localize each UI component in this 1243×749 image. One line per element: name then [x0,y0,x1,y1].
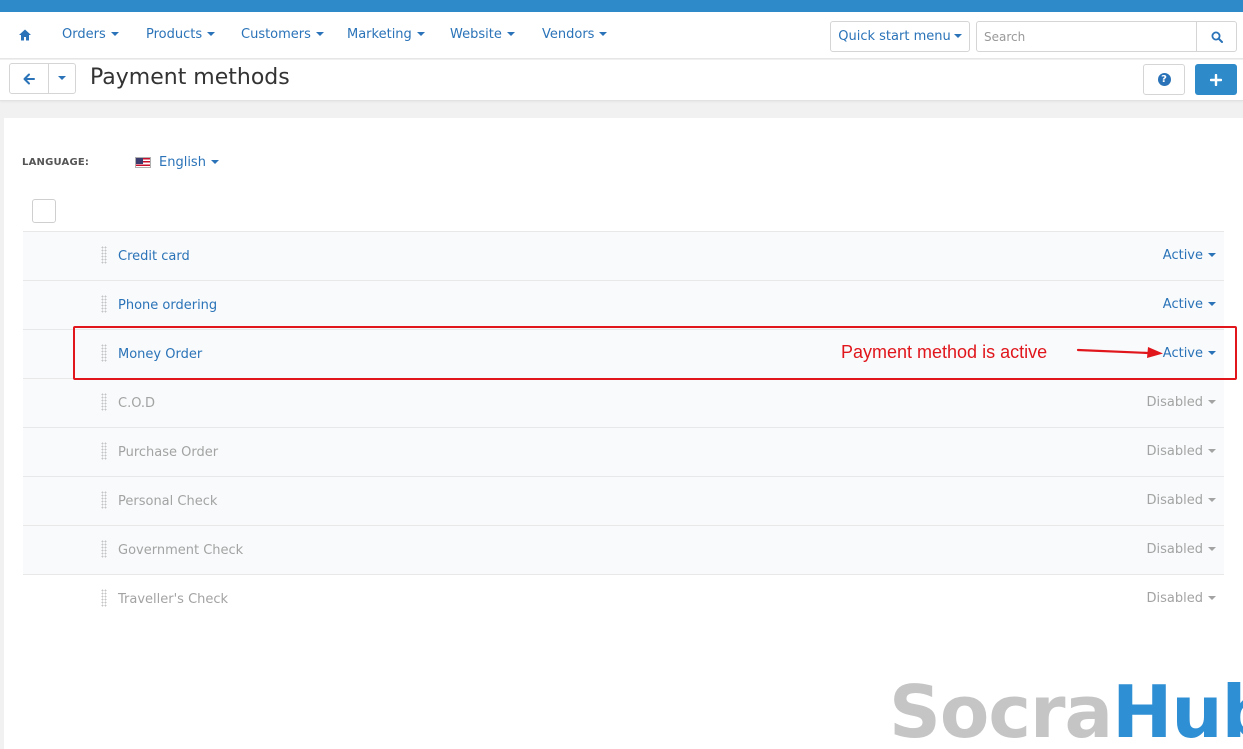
status-label: Disabled [1146,591,1203,606]
chevron-down-icon [210,159,219,164]
page-title: Payment methods [90,65,290,90]
payment-method-name[interactable]: Traveller's Check [118,592,228,607]
nav-website[interactable]: Website [450,27,515,42]
back-button[interactable] [9,63,49,94]
drag-handle-icon[interactable] [101,246,107,264]
top-accent-strip [0,0,1243,12]
payment-method-name[interactable]: Money Order [118,347,202,362]
chevron-down-icon [953,33,962,38]
payment-method-name[interactable]: C.O.D [118,396,155,411]
chevron-down-icon [1208,497,1216,502]
status-label: Disabled [1146,395,1203,410]
status-dropdown[interactable]: Disabled [1147,591,1216,606]
quick-start-label: Quick start menu [838,29,951,44]
plus-icon [1210,73,1222,86]
status-dropdown[interactable]: Disabled [1147,493,1216,508]
payment-method-name[interactable]: Phone ordering [118,298,217,313]
payment-method-name[interactable]: Government Check [118,543,243,558]
status-dropdown[interactable]: Active [1163,248,1216,263]
search-box [976,21,1237,52]
payment-method-row: Purchase Order Disabled [23,427,1224,476]
help-button[interactable]: ? [1143,64,1185,95]
status-dropdown[interactable]: Active [1163,297,1216,312]
chevron-down-icon [1208,301,1216,306]
language-selector[interactable]: English [135,155,219,170]
payment-method-row: Credit card Active [23,231,1224,280]
status-label: Active [1162,297,1203,312]
page-header: Payment methods ? [0,60,1243,101]
chevron-down-icon [315,31,324,36]
chevron-down-icon [1208,595,1216,600]
search-icon [1211,31,1223,43]
arrow-left-icon [23,73,35,84]
payment-method-row: Personal Check Disabled [23,476,1224,525]
top-navbar: Orders Products Customers Marketing Webs… [0,12,1243,59]
drag-handle-icon[interactable] [101,344,107,362]
status-dropdown[interactable]: Disabled [1147,542,1216,557]
nav-products-label: Products [146,27,203,42]
chevron-down-icon [1208,448,1216,453]
language-selected: English [159,155,206,170]
chevron-down-icon [207,31,216,36]
status-dropdown[interactable]: Disabled [1147,444,1216,459]
status-dropdown[interactable]: Disabled [1147,395,1216,410]
payment-method-row: Phone ordering Active [23,280,1224,329]
chevron-down-icon [1208,546,1216,551]
drag-handle-icon[interactable] [101,393,107,411]
chevron-down-icon [416,31,425,36]
payment-methods-list: Credit card Active Phone ordering Active… [23,231,1224,623]
payment-method-name[interactable]: Purchase Order [118,445,218,460]
chevron-down-icon [110,31,119,36]
payment-method-name[interactable]: Credit card [118,249,190,264]
nav-website-label: Website [450,27,502,42]
us-flag-icon [135,157,151,168]
nav-marketing-label: Marketing [347,27,412,42]
watermark-part-1: Socra [889,670,1113,749]
payment-method-name[interactable]: Personal Check [118,494,217,509]
watermark-part-2: Hub [1112,670,1243,749]
chevron-down-icon [1208,350,1216,355]
select-all-checkbox[interactable] [32,199,56,223]
nav-vendors[interactable]: Vendors [542,27,608,42]
payment-method-row: Traveller's Check Disabled [23,574,1224,623]
nav-customers-label: Customers [241,27,311,42]
add-payment-method-button[interactable] [1195,64,1237,95]
home-icon[interactable] [18,27,32,41]
status-label: Active [1162,248,1203,263]
drag-handle-icon[interactable] [101,491,107,509]
payment-method-row: C.O.D Disabled [23,378,1224,427]
payment-method-row: Government Check Disabled [23,525,1224,574]
drag-handle-icon[interactable] [101,295,107,313]
chevron-down-icon [58,75,66,80]
status-label: Disabled [1146,444,1203,459]
nav-products[interactable]: Products [146,27,216,42]
nav-customers[interactable]: Customers [241,27,324,42]
language-label: LANGUAGE: [22,157,90,168]
drag-handle-icon[interactable] [101,540,107,558]
search-button[interactable] [1196,22,1236,51]
socrahub-watermark: SocraHub [889,672,1243,749]
chevron-down-icon [1208,399,1216,404]
chevron-down-icon [506,31,515,36]
nav-orders[interactable]: Orders [62,27,119,42]
quick-start-menu-button[interactable]: Quick start menu [830,21,970,52]
status-label: Disabled [1146,542,1203,557]
search-input[interactable] [977,22,1197,51]
chevron-down-icon [1208,252,1216,257]
drag-handle-icon[interactable] [101,589,107,607]
status-dropdown[interactable]: Active [1163,346,1216,361]
status-label: Disabled [1146,493,1203,508]
annotation-arrow-icon [1076,347,1163,358]
main-content: LANGUAGE: English Credit card Active Pho… [4,118,1243,749]
chevron-down-icon [599,31,608,36]
annotation-text: Payment method is active [841,342,1048,362]
nav-orders-label: Orders [62,27,106,42]
back-history-dropdown[interactable] [48,63,76,94]
status-label: Active [1162,346,1203,361]
question-circle-icon: ? [1157,73,1171,86]
nav-vendors-label: Vendors [542,27,595,42]
drag-handle-icon[interactable] [101,442,107,460]
nav-marketing[interactable]: Marketing [347,27,425,42]
